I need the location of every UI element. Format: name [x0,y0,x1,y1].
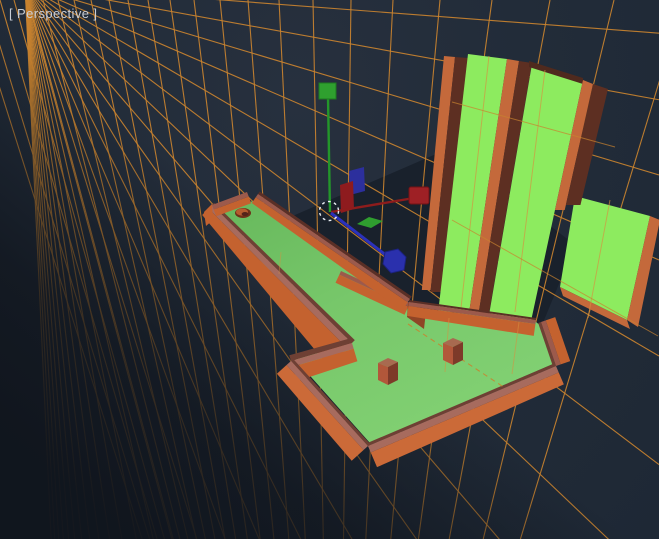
gizmo-x-handle[interactable] [409,187,429,204]
hole[interactable] [235,208,251,218]
viewport-mode-label: [ Perspective ] [9,6,97,21]
gizmo-y-handle[interactable] [319,83,336,99]
3d-viewport[interactable]: [ Perspective ] [0,0,659,539]
scene-canvas[interactable] [0,0,659,539]
